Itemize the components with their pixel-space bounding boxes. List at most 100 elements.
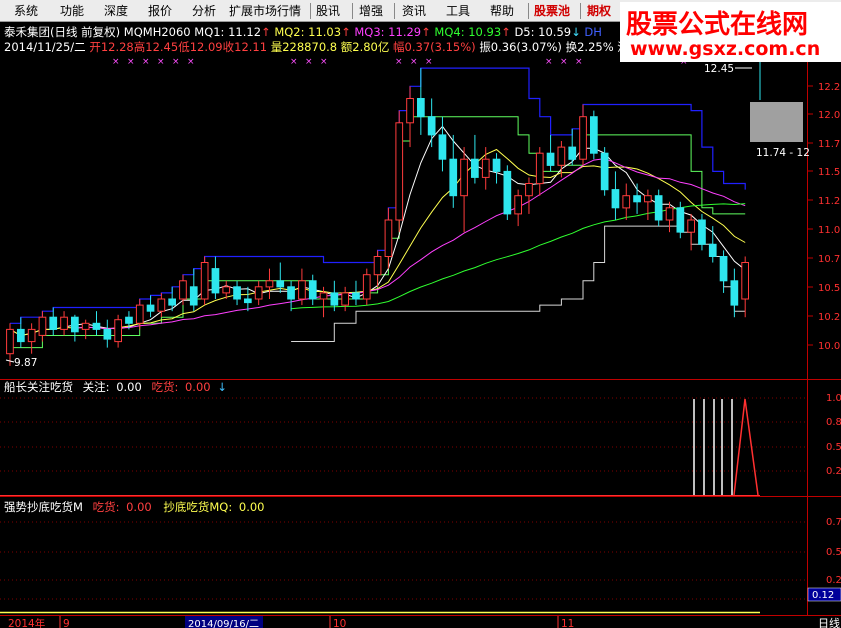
pane3-header: 强势抄底吃货M 吃货: 0.00 抄底吃货MQ: 0.00	[4, 500, 265, 514]
signal-x-marker: ×	[187, 57, 195, 67]
down-candle	[492, 158, 501, 172]
candlesticks	[6, 68, 749, 366]
signal-x-marker: ×	[395, 57, 403, 67]
price-tick-label: 11.5	[818, 167, 840, 178]
down-candle	[146, 304, 155, 312]
signal-x-marker: ×	[157, 57, 165, 67]
down-candle	[103, 328, 112, 340]
up-candle	[6, 328, 14, 355]
down-candle	[71, 316, 79, 333]
up-candle	[254, 286, 263, 300]
period-button[interactable]: 日线	[818, 616, 840, 628]
price-tick-label: 12.2	[818, 82, 840, 93]
pane3-current-value: 0.12	[812, 590, 834, 601]
timeline-month-sep: 9	[63, 618, 70, 628]
down-candle	[438, 134, 447, 160]
signal-x-marker: ×	[172, 57, 180, 67]
signal-x-marker: ×	[575, 57, 583, 67]
pane2-eat-value: 0.00	[185, 380, 211, 394]
signal-x-marker: ×	[305, 57, 313, 67]
pane3-eat-label: 吃货:	[93, 500, 120, 514]
down-candle	[654, 195, 663, 221]
band-lines	[10, 67, 746, 349]
chart-panes[interactable]: 12.2 12.0 11.7 11.5 11.2 11.0 10.7 10.5 …	[0, 0, 841, 628]
up-candle	[222, 286, 231, 294]
up-candle	[135, 304, 144, 324]
up-candle	[81, 322, 90, 330]
up-candle	[38, 316, 47, 336]
up-candle	[525, 183, 533, 197]
up-candle	[481, 158, 490, 178]
pane3-name[interactable]: 强势抄底吃货M	[4, 500, 83, 514]
down-candle	[708, 243, 717, 258]
down-candle	[92, 322, 101, 330]
signal-x-marker: ×	[142, 57, 150, 67]
lower-band-line	[10, 116, 746, 349]
down-candle	[330, 292, 339, 306]
price-axis: 12.2 12.0 11.7 11.5 11.2 11.0 10.7 10.5 …	[818, 82, 840, 352]
down-candle	[427, 116, 436, 136]
down-candle	[471, 158, 479, 178]
down-candle	[352, 292, 360, 300]
down-candle	[611, 189, 620, 209]
down-candle	[276, 280, 285, 288]
timeline-cursor-date: 2014/09/16/二	[188, 619, 259, 628]
up-candle	[406, 98, 414, 124]
pane2-name[interactable]: 船长关注吃货	[4, 380, 73, 394]
up-candle	[114, 319, 123, 343]
price-tick-label: 10.7	[818, 254, 840, 265]
pane3-tick-label: 0.7	[826, 517, 841, 528]
pane2-tick-label: 0.8	[826, 417, 841, 428]
down-candle	[503, 170, 512, 215]
down-candle	[546, 152, 555, 166]
down-candle	[233, 286, 241, 300]
price-range-label: 11.74 - 12	[756, 147, 810, 159]
price-tick-label: 10.0	[818, 341, 840, 352]
pane2-tick-label: 0.5	[826, 442, 841, 453]
up-candle	[341, 292, 349, 306]
watermark-url: www.gsxz.com.cn	[630, 38, 821, 60]
down-candle	[417, 98, 425, 118]
pane3-bottom-value: 0.00	[239, 500, 265, 514]
signal-x-markers: × × × × × × × × × × × × × × × ×	[112, 57, 688, 67]
price-tick-label: 11.0	[818, 225, 840, 236]
up-candle	[622, 195, 631, 209]
down-candle	[633, 195, 641, 203]
timeline-bar	[0, 616, 800, 628]
up-candle	[200, 262, 209, 300]
signal-x-marker: ×	[545, 57, 553, 67]
down-candle	[590, 116, 598, 154]
pane2-tick-label: 1.0	[826, 393, 841, 404]
pane3-tick-label: 0.2	[826, 575, 841, 586]
pane2-eat-label: 吃货:	[151, 380, 178, 394]
trailing-stop-line	[291, 225, 746, 342]
pane3-bottom-label: 抄底吃货MQ:	[163, 500, 232, 514]
timeline-year: 2014年	[8, 617, 45, 628]
up-candle	[362, 274, 371, 300]
pane2-tick-label: 0.2	[826, 466, 841, 477]
down-candle	[168, 298, 177, 306]
high-price-label: 12.45	[704, 63, 734, 75]
pane2-focus-value: 0.00	[116, 380, 142, 394]
up-candle	[384, 219, 393, 257]
signal-x-marker: ×	[112, 57, 120, 67]
timeline: 2014年 9 2014/09/16/二 10 11 日线	[0, 616, 840, 628]
timeline-month-oct: 10	[333, 618, 346, 628]
down-candle	[698, 219, 706, 245]
timeline-month-nov: 11	[561, 618, 574, 628]
up-candle	[373, 256, 382, 276]
up-candle	[179, 280, 187, 300]
down-candle	[125, 316, 133, 324]
pane3-eat-value: 0.00	[126, 500, 152, 514]
up-candle	[298, 280, 306, 300]
up-candle	[319, 292, 328, 300]
low-price-label: 9.87	[14, 357, 37, 369]
price-tick-label: 11.7	[818, 139, 840, 150]
down-candle	[600, 152, 609, 191]
down-candle	[449, 158, 458, 197]
up-candle	[741, 262, 749, 300]
price-tick-label: 12.0	[818, 110, 840, 121]
price-tick-label: 10.5	[818, 283, 840, 294]
up-candle	[514, 195, 522, 215]
signal-x-marker: ×	[320, 57, 328, 67]
